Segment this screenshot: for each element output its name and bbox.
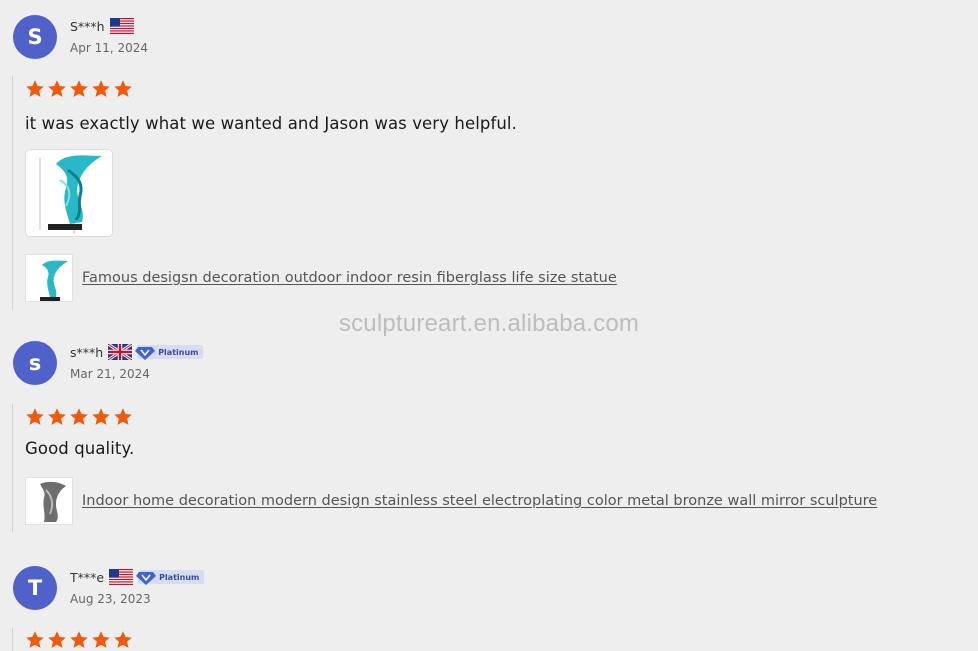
product-row: Indoor home decoration modern design sta… (25, 477, 978, 525)
star-icon (26, 408, 44, 425)
reviewer-name: T***e (70, 569, 105, 585)
star-icon (70, 80, 88, 97)
review-item: S S***h Apr 11, 2024 it was exactly what… (0, 15, 978, 310)
review-body (12, 628, 978, 651)
review-body: it was exactly what we wanted and Jason … (12, 76, 978, 310)
review-text: Good quality. (25, 439, 135, 458)
star-rating (25, 404, 978, 425)
review-item: s s***h Platinum Mar 21, 2024 Good quali… (0, 341, 978, 532)
reviewer-name: S***h (70, 18, 105, 34)
usa-flag-icon (109, 18, 134, 34)
review-date: Apr 11, 2024 (70, 41, 149, 55)
reviewer-line: S***h (70, 18, 134, 34)
star-icon (48, 80, 66, 97)
product-thumbnail[interactable] (25, 254, 73, 302)
platinum-badge: Platinum (136, 570, 205, 585)
star-icon (48, 631, 66, 648)
diamond-icon (135, 346, 156, 360)
badge-label: Platinum (158, 347, 199, 357)
reviewer-line: T***e Platinum (70, 569, 205, 585)
review-text: it was exactly what we wanted and Jason … (25, 114, 517, 133)
avatar: s (13, 341, 57, 385)
star-rating (25, 76, 978, 97)
sculpture-image (26, 150, 112, 236)
diamond-icon (136, 571, 157, 585)
platinum-badge: Platinum (135, 345, 204, 360)
avatar: S (13, 15, 57, 59)
avatar: T (13, 566, 57, 610)
star-icon (92, 408, 110, 425)
product-thumbnail[interactable] (25, 477, 73, 525)
star-icon (70, 631, 88, 648)
product-row: Famous desigsn decoration outdoor indoor… (25, 254, 978, 302)
star-icon (114, 80, 132, 97)
uk-flag-icon (108, 344, 133, 360)
reviews-page: S S***h Apr 11, 2024 it was exactly what… (0, 0, 978, 651)
watermark: sculptureart.en.alibaba.com (338, 310, 640, 337)
star-icon (70, 408, 88, 425)
star-rating (25, 628, 978, 648)
review-header: s s***h Platinum Mar 21, 2024 (0, 341, 978, 387)
star-icon (26, 631, 44, 648)
review-body: Good quality. Indoor home decoration mod… (12, 404, 978, 532)
star-icon (114, 408, 132, 425)
star-icon (114, 631, 132, 648)
product-title-link[interactable]: Indoor home decoration modern design sta… (82, 493, 877, 509)
review-date: Aug 23, 2023 (70, 592, 151, 606)
product-image (26, 478, 72, 524)
review-item: T T***e Platinum Aug 23, 2023 (0, 566, 978, 651)
reviewer-name: s***h (70, 344, 104, 360)
star-icon (92, 80, 110, 97)
star-icon (48, 408, 66, 425)
reviewer-line: s***h Platinum (70, 344, 204, 360)
review-date: Mar 21, 2024 (70, 367, 150, 381)
review-photo[interactable] (25, 149, 113, 237)
review-header: T T***e Platinum Aug 23, 2023 (0, 566, 978, 612)
star-icon (26, 80, 44, 97)
badge-label: Platinum (159, 572, 200, 582)
product-image (26, 255, 72, 301)
review-header: S S***h Apr 11, 2024 (0, 15, 978, 61)
usa-flag-icon (109, 569, 134, 585)
product-title-link[interactable]: Famous desigsn decoration outdoor indoor… (82, 270, 617, 286)
star-icon (92, 631, 110, 648)
